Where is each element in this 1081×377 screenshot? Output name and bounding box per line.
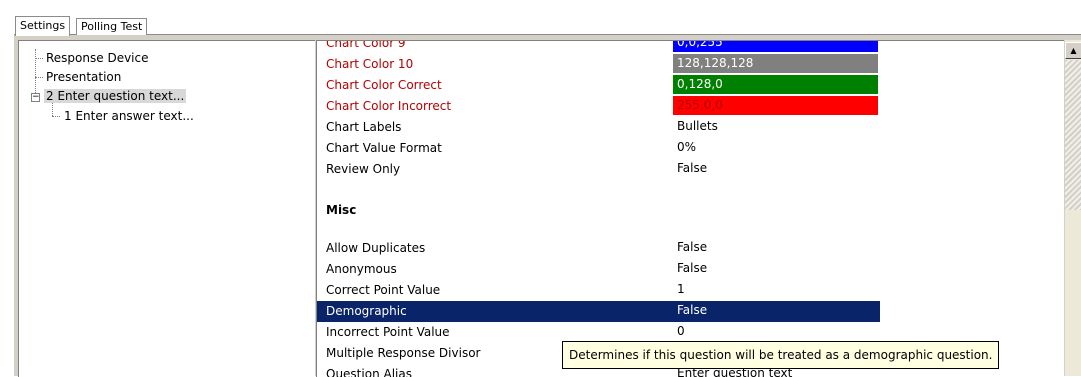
category-header-misc[interactable]: Misc [326, 200, 356, 221]
property-name: Demographic [326, 304, 407, 318]
property-value[interactable]: 0% [673, 138, 878, 157]
tree-item-label: 1 Enter answer text... [64, 109, 194, 123]
property-row-chart-color-incorrect[interactable]: Chart Color Incorrect 255,0,0 [317, 96, 880, 117]
property-name: Chart Color Incorrect [326, 99, 452, 113]
question-tree[interactable]: Response Device Presentation − 2 Enter q… [18, 40, 315, 377]
tree-item-presentation[interactable]: Presentation [44, 68, 123, 86]
property-value[interactable]: False [673, 259, 878, 278]
tree-item-label: Response Device [46, 51, 149, 65]
tree-item-label: 2 Enter question text... [44, 89, 187, 103]
up-arrow-icon[interactable]: ▲ [1065, 42, 1081, 59]
tree-item-answer[interactable]: 1 Enter answer text... [62, 107, 196, 125]
property-name: Question Alias [326, 367, 412, 377]
property-name: Anonymous [326, 262, 397, 276]
property-row-demographic[interactable]: Demographic False [317, 301, 880, 322]
tree-item-question[interactable]: 2 Enter question text... [44, 87, 187, 105]
tree-connector [35, 77, 43, 78]
property-row-chart-labels[interactable]: Chart Labels Bullets [317, 117, 880, 138]
tab-bar: Settings Polling Test [0, 0, 1081, 36]
property-row-correct-point-value[interactable]: Correct Point Value 1 [317, 280, 880, 301]
property-value[interactable]: Bullets [673, 117, 878, 136]
property-value[interactable]: 1 [673, 280, 878, 299]
property-name: Incorrect Point Value [326, 325, 450, 339]
scrollbar-thumb[interactable] [1065, 60, 1081, 210]
property-name: Review Only [326, 162, 401, 176]
property-name: Chart Color Correct [326, 78, 442, 92]
tab-polling-test[interactable]: Polling Test [76, 18, 148, 35]
property-row-incorrect-point-value[interactable]: Incorrect Point Value 0 [317, 322, 880, 343]
property-value[interactable]: 0,128,0 [673, 75, 878, 94]
property-name: Chart Color 9 [326, 40, 406, 50]
property-row-allow-duplicates[interactable]: Allow Duplicates False [317, 238, 880, 259]
property-value[interactable]: 0,0,255 [673, 41, 878, 52]
tab-settings[interactable]: Settings [15, 16, 71, 36]
property-name: Chart Color 10 [326, 57, 414, 71]
property-row-review-only[interactable]: Review Only False [317, 159, 880, 180]
property-value[interactable]: 0 [673, 322, 878, 341]
property-name: Correct Point Value [326, 283, 441, 297]
tooltip: Determines if this question will be trea… [562, 341, 1000, 369]
property-name: Chart Value Format [326, 141, 442, 155]
property-value[interactable]: 255,0,0 [673, 96, 878, 115]
property-row-chart-value-format[interactable]: Chart Value Format 0% [317, 138, 880, 159]
property-value[interactable]: False [673, 159, 878, 178]
property-row-chart-color-10[interactable]: Chart Color 10 128,128,128 [317, 54, 880, 75]
tree-item-label: Presentation [46, 70, 122, 84]
tree-connector [35, 58, 43, 59]
property-name: Chart Labels [326, 120, 402, 134]
collapse-icon[interactable]: − [31, 93, 40, 102]
property-value[interactable]: False [673, 238, 878, 257]
property-name: Multiple Response Divisor [326, 346, 481, 360]
tree-connector [52, 116, 60, 117]
vertical-scrollbar[interactable]: ▲ [1064, 40, 1081, 376]
tree-item-response-device[interactable]: Response Device [44, 49, 151, 67]
property-name: Allow Duplicates [326, 241, 426, 255]
property-value[interactable]: 128,128,128 [673, 54, 878, 73]
property-row-chart-color-9[interactable]: Chart Color 9 0,0,255 [317, 40, 880, 54]
property-row-anonymous[interactable]: Anonymous False [317, 259, 880, 280]
property-grid[interactable]: Chart Color 9 0,0,255 Chart Color 10 128… [316, 40, 1065, 377]
property-row-chart-color-correct[interactable]: Chart Color Correct 0,128,0 [317, 75, 880, 96]
property-value[interactable]: False [673, 301, 878, 320]
